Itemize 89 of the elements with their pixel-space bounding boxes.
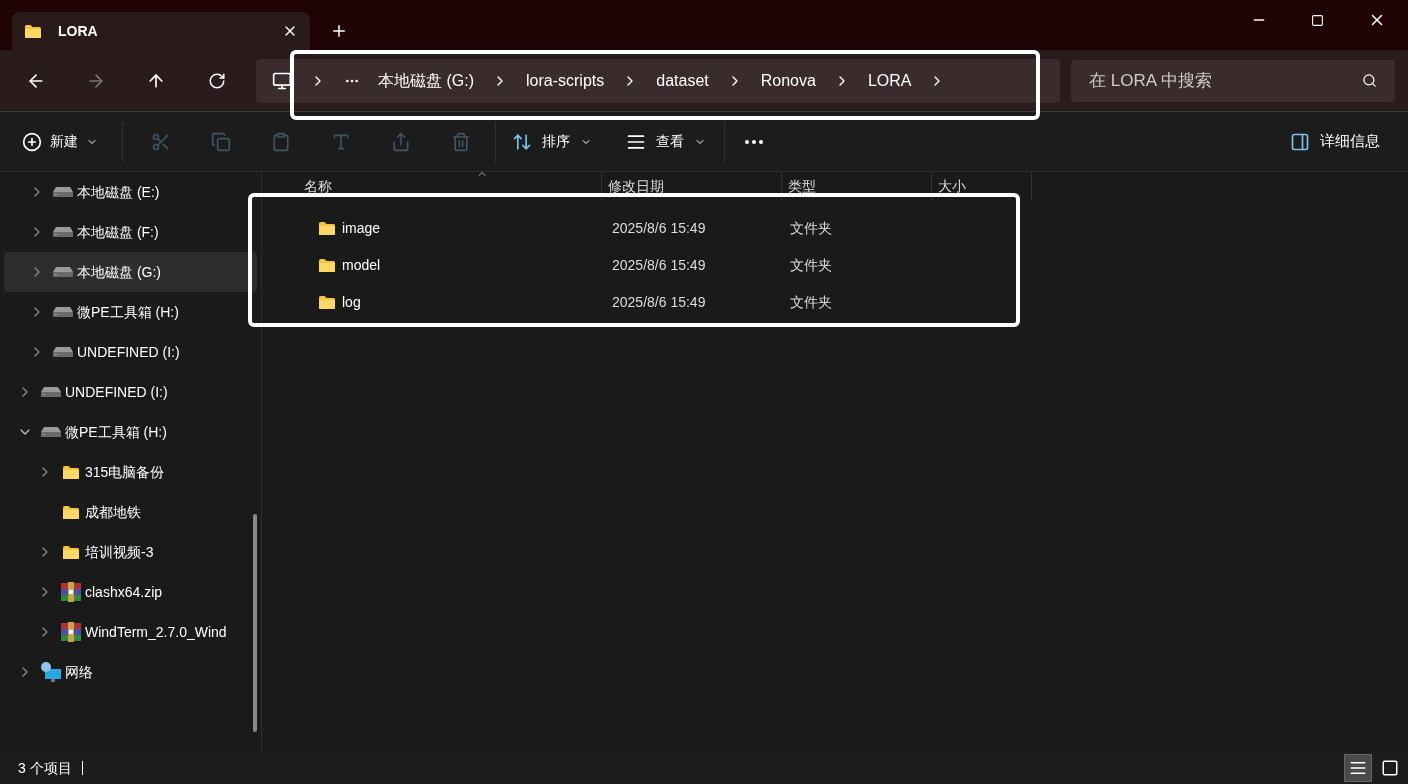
more-icon — [745, 139, 763, 144]
drive-icon — [53, 307, 73, 317]
modified-date: 2025/8/6 15:49 — [611, 219, 707, 238]
view-button[interactable]: 查看 — [626, 131, 706, 152]
sidebar-item[interactable]: 本地磁盘 (E:) — [4, 172, 257, 212]
sidebar-item[interactable]: WindTerm_2.7.0_Wind — [4, 612, 257, 652]
drive-icon — [53, 347, 73, 357]
maximize-icon[interactable] — [1311, 13, 1324, 27]
sidebar-item[interactable]: clashx64.zip — [4, 572, 257, 612]
more-button[interactable] — [745, 139, 763, 144]
sidebar-item[interactable]: 培训视频-3 — [4, 532, 257, 572]
folder-icon — [318, 258, 336, 273]
modified-date: 2025/8/6 15:49 — [611, 293, 707, 312]
drive-icon — [41, 427, 61, 437]
details-view-button[interactable] — [1344, 754, 1372, 782]
search-input[interactable]: 在 LORA 中搜索 — [1089, 67, 1362, 94]
new-button[interactable]: 新建 — [22, 131, 98, 152]
sidebar-label: 本地磁盘 (F:) — [77, 222, 159, 242]
file-name[interactable]: image — [342, 218, 381, 239]
sidebar-label: UNDEFINED (I:) — [77, 342, 180, 362]
folder-icon — [62, 544, 80, 560]
copy-icon — [211, 131, 231, 152]
scrollbar[interactable] — [253, 514, 257, 732]
details-button[interactable]: 详细信息 — [1290, 130, 1380, 153]
breadcrumb-item[interactable]: 本地磁盘 (G:) — [378, 68, 474, 93]
drive-icon — [53, 227, 73, 237]
sidebar-item[interactable]: UNDEFINED (I:) — [4, 372, 257, 412]
tile-icon — [1381, 759, 1399, 777]
sidebar-label: 网络 — [65, 662, 93, 682]
new-tab-icon[interactable] — [330, 22, 348, 40]
details-pane-icon — [1290, 131, 1310, 152]
delete-icon — [451, 131, 471, 152]
list-icon — [1349, 759, 1367, 777]
plus-circle-icon — [22, 131, 42, 152]
sidebar-item[interactable]: 微PE工具箱 (H:) — [4, 292, 257, 332]
sidebar-label: 本地磁盘 (E:) — [77, 182, 160, 202]
sidebar-item[interactable]: 网络 — [4, 652, 257, 692]
sidebar-label: 微PE工具箱 (H:) — [65, 422, 167, 442]
refresh-icon[interactable] — [208, 71, 226, 90]
sidebar-item[interactable]: 成都地铁 — [4, 492, 257, 532]
sidebar-label: 315电脑备份 — [85, 462, 165, 482]
drive-icon — [41, 387, 61, 397]
modified-date: 2025/8/6 15:49 — [611, 256, 707, 275]
archive-icon — [61, 622, 81, 642]
folder-icon — [318, 221, 336, 236]
drive-icon — [53, 187, 73, 197]
tab-title: LORA — [58, 21, 99, 41]
column-header[interactable]: 类型 — [782, 172, 932, 200]
breadcrumb-item[interactable]: Ronova — [760, 68, 816, 93]
folder-icon — [62, 504, 80, 520]
search-field[interactable]: 在 LORA 中搜索 — [1071, 59, 1395, 102]
sidebar-label: WindTerm_2.7.0_Wind — [85, 622, 227, 642]
sidebar-label: 本地磁盘 (G:) — [77, 262, 161, 282]
file-type: 文件夹 — [789, 256, 833, 275]
sidebar-label: clashx64.zip — [85, 582, 163, 602]
cut-icon — [151, 131, 171, 152]
share-icon — [391, 131, 411, 152]
column-header[interactable]: 大小 — [932, 172, 1032, 200]
column-header[interactable]: 修改日期 — [602, 172, 782, 200]
folder-icon — [62, 464, 80, 480]
breadcrumb-item[interactable]: lora-scripts — [526, 68, 605, 93]
sidebar-label: UNDEFINED (I:) — [65, 382, 168, 402]
sidebar-label: 培训视频-3 — [85, 542, 154, 562]
item-count: 3 个项目 — [18, 758, 72, 778]
sidebar-item[interactable]: 315电脑备份 — [4, 452, 257, 492]
sidebar-item[interactable]: 本地磁盘 (G:) — [4, 252, 257, 292]
file-name[interactable]: model — [342, 255, 381, 276]
breadcrumb-item[interactable]: LORA — [867, 68, 912, 93]
sort-button[interactable]: 排序 — [512, 131, 592, 152]
sidebar-item[interactable]: 本地磁盘 (F:) — [4, 212, 257, 252]
address-bar[interactable]: 本地磁盘 (G:) lora-scripts dataset Ronova LORA — [256, 58, 1060, 103]
paste-icon — [271, 131, 291, 152]
network-icon — [40, 661, 62, 683]
folder-icon — [318, 295, 336, 310]
drive-icon — [53, 267, 73, 277]
folder-icon — [24, 23, 42, 39]
sidebar-item[interactable]: UNDEFINED (I:) — [4, 332, 257, 372]
sidebar-item[interactable]: 微PE工具箱 (H:) — [4, 412, 257, 452]
archive-icon — [61, 582, 81, 602]
column-header[interactable]: 名称 — [298, 172, 602, 200]
breadcrumb-item[interactable]: dataset — [656, 68, 709, 93]
sidebar-label: 成都地铁 — [85, 502, 141, 522]
file-type: 文件夹 — [789, 219, 833, 238]
search-icon[interactable] — [1362, 73, 1377, 88]
computer-icon — [272, 70, 292, 91]
file-name[interactable]: log — [342, 292, 361, 313]
file-type: 文件夹 — [789, 293, 833, 312]
tab[interactable]: LORA — [12, 12, 310, 50]
sidebar-label: 微PE工具箱 (H:) — [77, 302, 179, 322]
